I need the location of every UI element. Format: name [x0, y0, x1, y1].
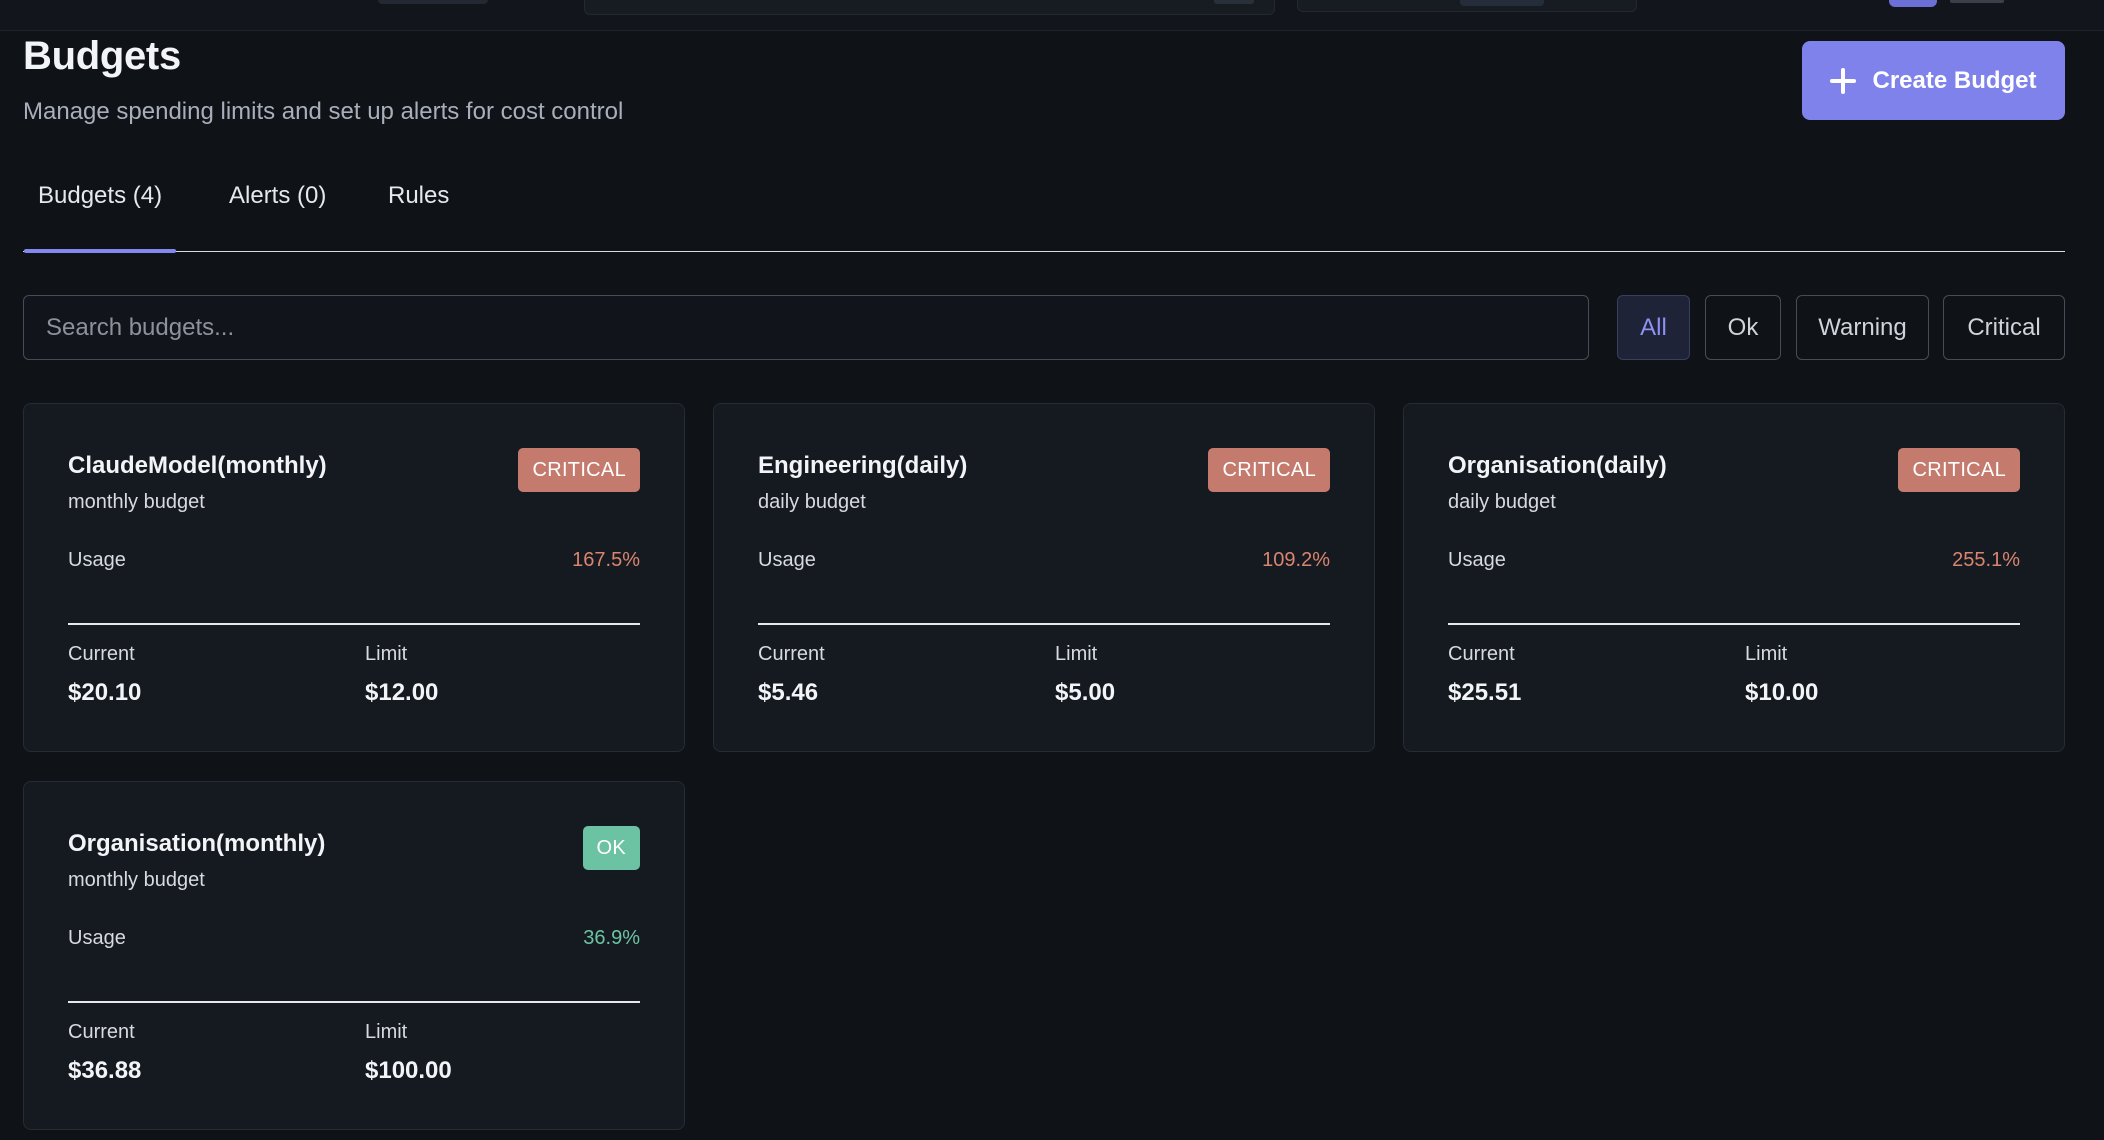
budget-period: daily budget: [758, 491, 866, 513]
status-badge: CRITICAL: [1898, 448, 2020, 492]
filter-ok-button[interactable]: Ok: [1705, 295, 1781, 360]
usage-bar: [758, 623, 1330, 625]
status-badge: CRITICAL: [1208, 448, 1330, 492]
usage-label: Usage: [68, 549, 126, 571]
status-badge: CRITICAL: [518, 448, 640, 492]
limit-label: Limit: [365, 643, 408, 665]
search-input[interactable]: [23, 295, 1589, 360]
limit-value: $12.00: [365, 679, 439, 706]
usage-label: Usage: [758, 549, 816, 571]
nav-item[interactable]: [378, 0, 488, 4]
top-navigation-bar: [0, 0, 2104, 31]
usage-label: Usage: [68, 927, 126, 949]
tab-bar: Budgets (4) Alerts (0) Rules: [23, 168, 2065, 253]
status-badge: OK: [582, 826, 640, 870]
filter-warning-button[interactable]: Warning: [1796, 295, 1929, 360]
budget-card[interactable]: Engineering(daily) daily budget CRITICAL…: [713, 403, 1375, 752]
budget-period: daily budget: [1448, 491, 1556, 513]
budget-card[interactable]: Organisation(daily) daily budget CRITICA…: [1403, 403, 2065, 752]
current-label: Current: [758, 643, 825, 665]
current-label: Current: [68, 643, 135, 665]
usage-label: Usage: [1448, 549, 1506, 571]
nav-selector[interactable]: [1297, 0, 1637, 12]
create-budget-label: Create Budget: [1872, 66, 2037, 94]
usage-value: 36.9%: [583, 927, 640, 949]
tab-budgets[interactable]: Budgets (4): [23, 182, 177, 253]
usage-value: 255.1%: [1952, 549, 2020, 571]
current-label: Current: [1448, 643, 1515, 665]
user-avatar[interactable]: [1889, 0, 1937, 7]
filter-critical-button[interactable]: Critical: [1943, 295, 2065, 360]
create-budget-button[interactable]: Create Budget: [1802, 41, 2065, 120]
current-value: $5.46: [758, 679, 819, 706]
tab-rules[interactable]: Rules: [388, 182, 449, 210]
user-name: [1950, 0, 2004, 3]
limit-value: $10.00: [1745, 679, 1819, 706]
global-search-bar[interactable]: [584, 0, 1275, 15]
page-subtitle: Manage spending limits and set up alerts…: [23, 98, 624, 125]
current-value: $25.51: [1448, 679, 1522, 706]
limit-label: Limit: [1055, 643, 1098, 665]
tab-alerts[interactable]: Alerts (0): [229, 182, 326, 210]
limit-label: Limit: [1745, 643, 1788, 665]
budget-name: Engineering(daily): [758, 452, 968, 479]
current-label: Current: [68, 1021, 135, 1043]
usage-value: 109.2%: [1262, 549, 1330, 571]
usage-value: 167.5%: [572, 549, 640, 571]
budget-name: Organisation(monthly): [68, 830, 326, 857]
budget-card[interactable]: Organisation(monthly) monthly budget OK …: [23, 781, 685, 1130]
page-title: Budgets: [23, 34, 181, 78]
limit-value: $5.00: [1055, 679, 1116, 706]
budget-card[interactable]: ClaudeModel(monthly) monthly budget CRIT…: [23, 403, 685, 752]
budget-period: monthly budget: [68, 491, 205, 513]
budget-period: monthly budget: [68, 869, 205, 891]
usage-bar: [1448, 623, 2020, 625]
budget-name: ClaudeModel(monthly): [68, 452, 327, 479]
current-value: $20.10: [68, 679, 142, 706]
filter-all-button[interactable]: All: [1617, 295, 1690, 360]
limit-value: $100.00: [365, 1057, 452, 1084]
plus-icon: [1830, 67, 1857, 94]
limit-label: Limit: [365, 1021, 408, 1043]
budget-name: Organisation(daily): [1448, 452, 1667, 479]
usage-bar: [68, 623, 640, 625]
current-value: $36.88: [68, 1057, 142, 1084]
usage-bar: [68, 1001, 640, 1003]
